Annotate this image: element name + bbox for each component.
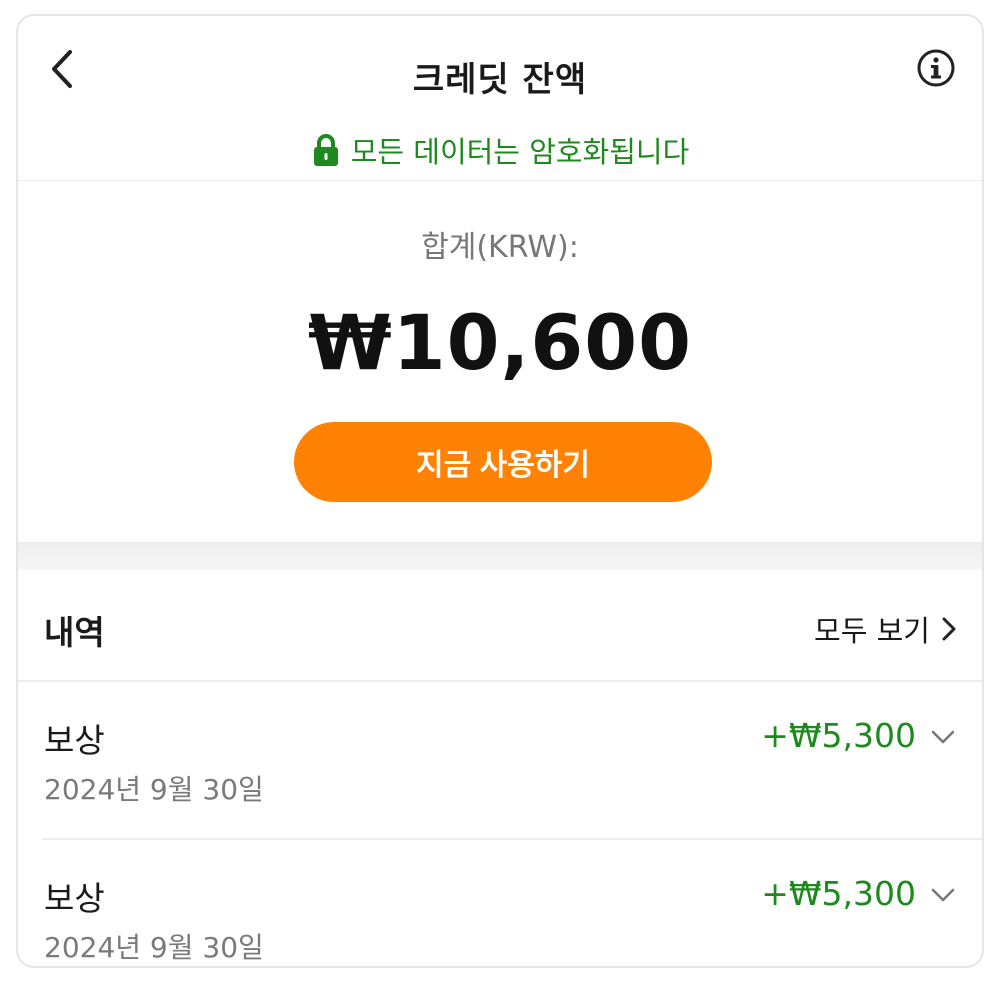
credit-balance-card: 크레딧 잔액 모든 데이터는 암호화됩니다 합계(KRW): ₩10,600 지…: [16, 14, 984, 968]
header: 크레딧 잔액: [18, 16, 982, 126]
chevron-right-icon: [942, 617, 956, 641]
total-amount: ₩10,600: [307, 298, 693, 387]
chevron-down-icon[interactable]: [930, 728, 956, 746]
history-title: 내역: [44, 613, 105, 652]
use-now-button[interactable]: 지금 사용하기: [294, 422, 712, 502]
info-icon: [917, 49, 955, 87]
history-item-type: 보상: [44, 721, 105, 760]
history-item-date: 2024년 9월 30일: [44, 931, 264, 964]
view-all-link[interactable]: 모두 보기: [814, 608, 958, 650]
history-item[interactable]: 보상 2024년 9월 30일 +₩5,300: [18, 682, 982, 832]
lock-icon: [313, 134, 338, 166]
encryption-notice: 모든 데이터는 암호화됩니다: [18, 128, 982, 172]
history-item-type: 보상: [44, 879, 105, 918]
divider: [18, 180, 982, 181]
chevron-down-icon[interactable]: [930, 886, 956, 904]
info-button[interactable]: [916, 48, 956, 88]
view-all-label: 모두 보기: [814, 614, 930, 648]
section-separator: [18, 542, 982, 570]
total-label: 합계(KRW):: [421, 230, 579, 265]
encryption-notice-text: 모든 데이터는 암호화됩니다: [350, 135, 690, 169]
page-title: 크레딧 잔액: [412, 60, 588, 100]
history-item-amount: +₩5,300: [761, 716, 916, 755]
history-item-amount: +₩5,300: [761, 874, 916, 913]
history-item-date: 2024년 9월 30일: [44, 773, 264, 806]
history-item[interactable]: 보상 2024년 9월 30일 +₩5,300: [18, 840, 982, 966]
